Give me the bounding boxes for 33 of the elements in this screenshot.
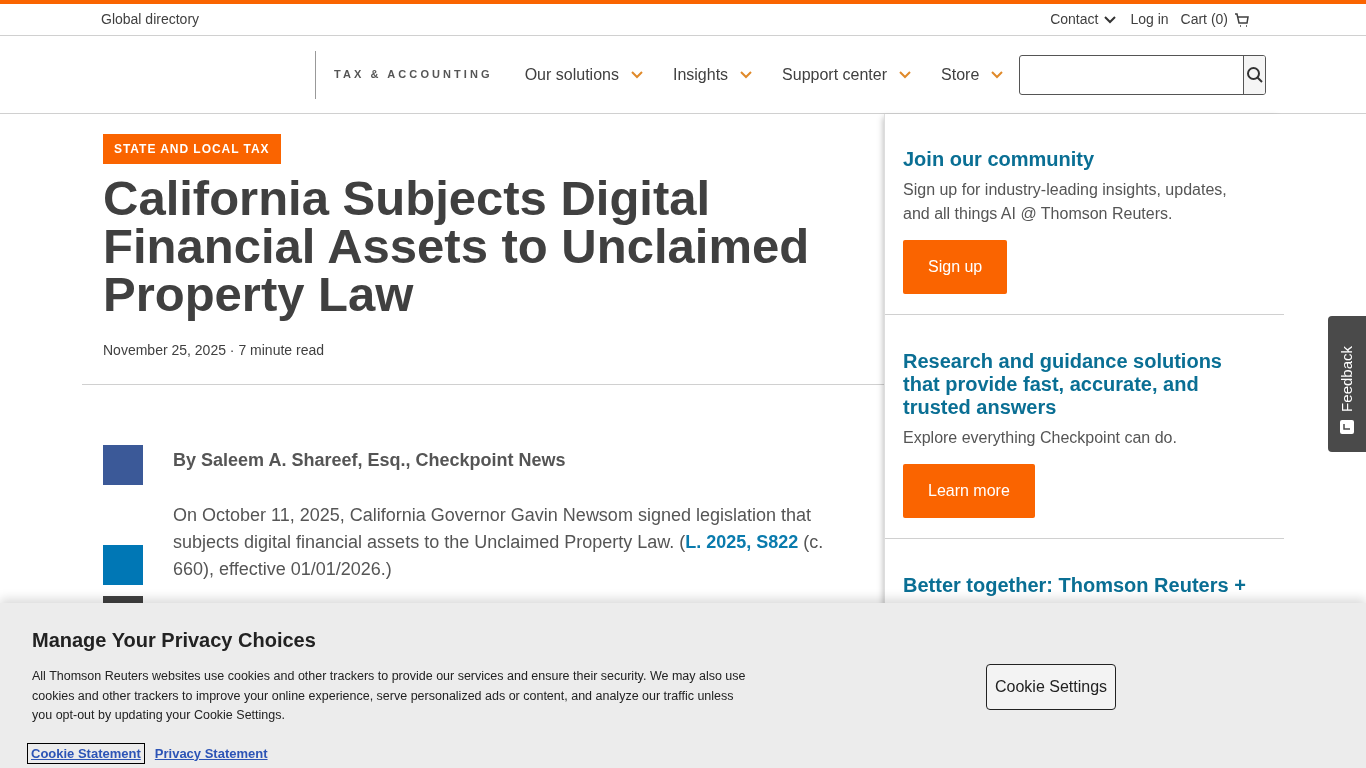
chevron-down-icon bbox=[991, 70, 1004, 79]
cookie-link[interactable]: Cookie Statement bbox=[28, 743, 144, 763]
utility-link[interactable]: Contact bbox=[1050, 9, 1117, 30]
feedback-tab[interactable]: Feedback bbox=[1328, 316, 1366, 452]
search-button[interactable] bbox=[1243, 55, 1266, 94]
nav-menu-item[interactable]: Insights bbox=[672, 62, 753, 87]
search-field[interactable] bbox=[1019, 54, 1267, 95]
chevron-down-icon bbox=[630, 70, 643, 79]
feedback-icon bbox=[1340, 420, 1354, 434]
utility-link[interactable]: Log in bbox=[1130, 9, 1169, 30]
sidebar-heading[interactable]: Join our community bbox=[903, 148, 1253, 171]
article-paragraph: On October 11, 2025, California Governor Gavin Newsom signed legislation that subjects digital financial assets to the Unclaimed Property Law. (L. 2025, S822 (c. 660), effective 01/01/2026.) bbox=[173, 504, 825, 581]
sidebar-text: Sign up for industry-leading insights, updates, and all things AI @ Thomson Reuters. bbox=[903, 180, 1228, 224]
cookie-link[interactable]: Privacy Statement bbox=[151, 743, 271, 763]
global-directory-link[interactable]: Global directory bbox=[101, 9, 200, 30]
nav-menu-item[interactable]: Our solutions bbox=[524, 62, 643, 87]
cookie-banner-title: Manage Your Privacy Choices bbox=[32, 628, 317, 653]
sidebar-heading[interactable]: Research and guidance solutions that provide fast, accurate, and trusted answers bbox=[903, 350, 1253, 419]
cookie-settings-button[interactable]: Cookie Settings bbox=[986, 664, 1117, 710]
law-link[interactable]: L. 2025, S822 bbox=[685, 532, 799, 552]
brand-label: TAX & ACCOUNTING bbox=[334, 67, 493, 83]
cart-icon bbox=[1234, 11, 1250, 28]
cookie-banner-text: All Thomson Reuters websites use cookies and other trackers to provide our services and ensure their security. We may also use cookies and other trackers to improve your online experience, serve personalized ads or content, and analyze our traffic unless you opt-out by updating your Cookie Settings. bbox=[32, 668, 747, 724]
article-meta: November 25, 2025 · 7 minute read bbox=[103, 341, 325, 360]
nav-menu-item[interactable]: Support center bbox=[782, 62, 912, 87]
sidebar-heading[interactable]: Better together: Thomson Reuters + bbox=[903, 574, 1253, 597]
chevron-down-icon bbox=[899, 70, 912, 79]
nav-menu-item[interactable]: Store bbox=[941, 62, 1004, 87]
byline: By Saleem A. Shareef, Esq., Checkpoint News bbox=[173, 449, 567, 472]
cart-link[interactable]: Cart (0) bbox=[1180, 9, 1250, 30]
search-icon bbox=[1245, 65, 1264, 84]
chevron-down-icon bbox=[740, 70, 753, 79]
sidebar-text: Explore everything Checkpoint can do. bbox=[903, 428, 1178, 448]
